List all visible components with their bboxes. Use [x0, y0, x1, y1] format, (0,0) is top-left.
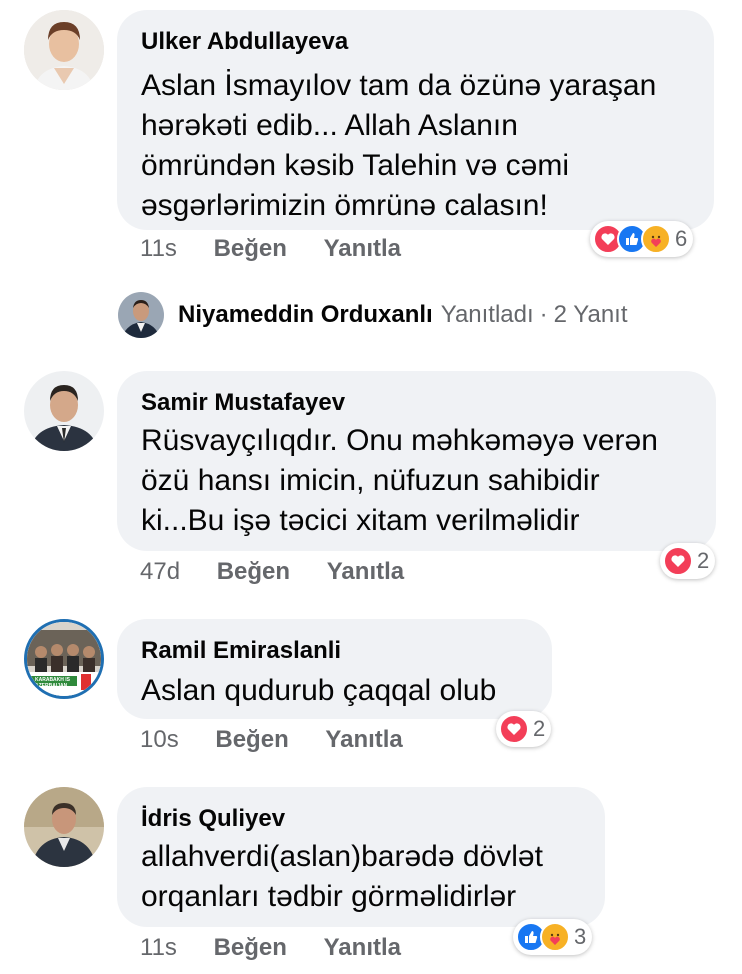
reply-button[interactable]: Yanıtla	[324, 235, 401, 262]
comment-time[interactable]: 10s	[140, 726, 179, 753]
reply-button[interactable]: Yanıtla	[327, 558, 404, 585]
care-hug-icon	[540, 922, 570, 952]
comment-author[interactable]: Samir Mustafayev	[141, 389, 345, 417]
comment-time[interactable]: 11s	[140, 235, 177, 262]
reply-separator: ·	[539, 301, 548, 328]
comment-time[interactable]: 47d	[140, 558, 180, 585]
reaction-count: 3	[574, 924, 587, 949]
care-hug-icon	[641, 224, 671, 254]
reaction-summary[interactable]: 2	[496, 711, 552, 747]
comment-meta: 11s Beğen Yanıtla	[140, 934, 401, 962]
comment-text: Aslan İsmayılov tam da özünə yaraşan hər…	[141, 69, 657, 222]
avatar-idris[interactable]	[24, 787, 104, 867]
comment-author[interactable]: Ramil Emiraslanli	[141, 637, 341, 665]
reaction-count: 2	[533, 716, 546, 741]
reaction-count: 6	[675, 226, 688, 251]
reply-count[interactable]: 2 Yanıt	[554, 301, 628, 329]
reply-author[interactable]: Niyameddin Orduxanlı	[178, 301, 433, 329]
avatar-caption: KARABAKH IS AZERBAIJAN	[35, 677, 70, 689]
avatar-niyameddin	[118, 292, 164, 338]
reaction-summary[interactable]: 2	[660, 543, 716, 579]
avatar-samir[interactable]	[24, 371, 104, 451]
reaction-summary[interactable]: 3	[513, 919, 593, 955]
comment-meta: 47d Beğen Yanıtla	[140, 558, 404, 586]
comment-bubble: Ramil Emiraslanli Aslan qudurub çaqqal o…	[117, 619, 552, 719]
like-button[interactable]: Beğen	[214, 235, 287, 262]
like-button[interactable]: Beğen	[215, 726, 288, 753]
comment-meta: 10s Beğen Yanıtla	[140, 726, 403, 754]
comment-time[interactable]: 11s	[140, 934, 177, 961]
comment-text: Rüsvayçılıqdır. Onu məhkəməyə verən özü …	[141, 424, 658, 537]
comment-author[interactable]: İdris Quliyev	[141, 805, 285, 833]
comment-bubble: Ulker Abdullayeva Aslan İsmayılov tam da…	[117, 10, 714, 230]
reaction-count: 2	[697, 548, 710, 573]
comment-text: Aslan qudurub çaqqal olub	[141, 674, 497, 707]
reaction-summary[interactable]: 6	[590, 221, 694, 257]
comment-bubble: İdris Quliyev allahverdi(aslan)barədə dö…	[117, 787, 605, 927]
comment-bubble: Samir Mustafayev Rüsvayçılıqdır. Onu məh…	[117, 371, 716, 551]
comment-meta: 11s Beğen Yanıtla	[140, 235, 401, 263]
heart-icon	[663, 546, 693, 576]
avatar-ulker[interactable]	[24, 10, 104, 90]
reply-button[interactable]: Yanıtla	[324, 934, 401, 961]
like-button[interactable]: Beğen	[217, 558, 290, 585]
reply-button[interactable]: Yanıtla	[325, 726, 402, 753]
comment-author[interactable]: Ulker Abdullayeva	[141, 28, 348, 56]
reply-thread-link[interactable]: Niyameddin Orduxanlı Yanıtladı · 2 Yanıt	[118, 290, 628, 340]
reply-verb: Yanıtladı	[440, 301, 534, 328]
heart-icon	[499, 714, 529, 744]
like-button[interactable]: Beğen	[214, 934, 287, 961]
comment-text: allahverdi(aslan)barədə dövlət orqanları…	[141, 840, 543, 913]
avatar-ramil[interactable]: KARABAKH IS AZERBAIJAN	[24, 619, 104, 699]
